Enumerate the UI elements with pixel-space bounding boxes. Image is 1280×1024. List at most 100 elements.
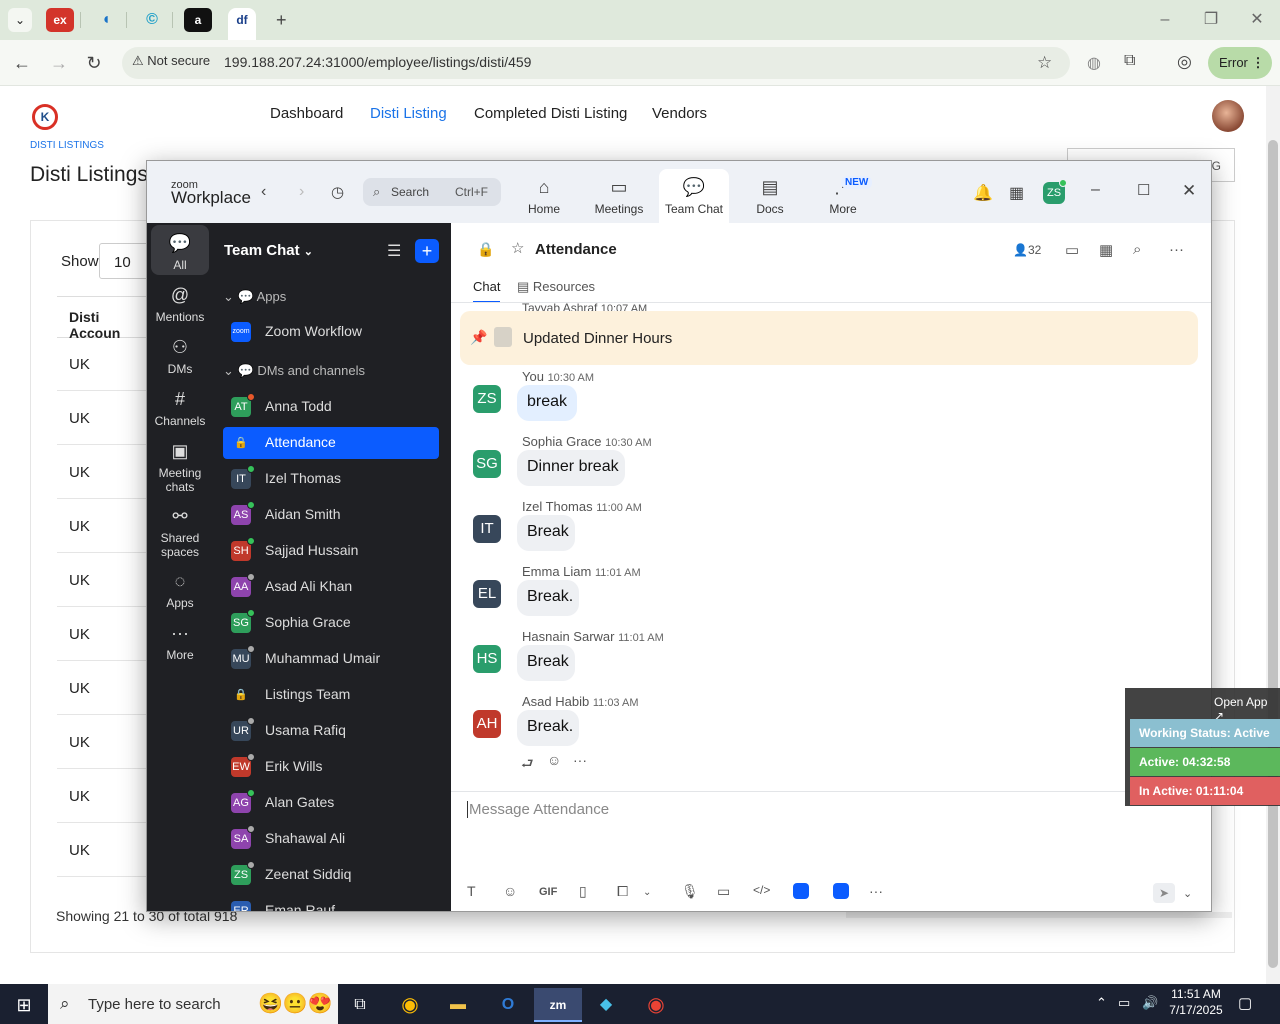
tab-favicon-ex[interactable]: ex — [46, 8, 74, 32]
sidebar-item-muhammad-umair[interactable]: MU Muhammad Umair — [223, 643, 439, 675]
send-options-icon[interactable]: ⌄ — [1183, 887, 1192, 900]
message-avatar[interactable]: ZS — [473, 385, 501, 413]
page-scrollbar-thumb[interactable] — [1268, 140, 1278, 968]
message-bubble[interactable]: Break — [517, 515, 575, 551]
bookmark-star-icon[interactable]: ☆ — [1037, 53, 1052, 73]
tab-docs[interactable]: ▤ Docs — [735, 169, 805, 223]
window-minimize-icon[interactable]: – — [1150, 8, 1180, 32]
chrome-icon[interactable]: ◉ — [390, 988, 430, 1022]
message-avatar[interactable]: HS — [473, 645, 501, 673]
gif-button[interactable]: GIF — [539, 886, 557, 898]
outlook-icon[interactable]: O — [488, 988, 528, 1022]
tab-search-chevron-icon[interactable]: ⌄ — [8, 8, 32, 32]
history-forward-icon[interactable]: › — [299, 183, 304, 201]
message-bubble[interactable]: Break — [517, 645, 575, 681]
task-view-icon[interactable]: ⧉ — [340, 988, 380, 1022]
message-avatar[interactable]: EL — [473, 580, 501, 608]
favorite-star-icon[interactable]: ☆ — [511, 239, 524, 257]
message-avatar[interactable]: SG — [473, 450, 501, 478]
message-bubble[interactable]: Dinner break — [517, 450, 625, 486]
member-count[interactable]: 👤32 — [1013, 243, 1041, 257]
rail-more[interactable]: ··· More — [151, 623, 209, 662]
sidebar-item-sophia-grace[interactable]: SG Sophia Grace — [223, 607, 439, 639]
message-bubble[interactable]: Break. — [517, 710, 579, 746]
filter-icon[interactable]: ☰ — [387, 241, 401, 261]
sidebar-item-attendance[interactable]: 🔒 Attendance — [223, 427, 439, 459]
site-logo[interactable]: K — [32, 104, 58, 130]
message-sender[interactable]: Emma Liam — [522, 564, 591, 579]
sidebar-item-shahawal-ali[interactable]: SA Shahawal Ali — [223, 823, 439, 855]
sidebar-item-zoom-workflow[interactable]: zoom Zoom Workflow — [223, 316, 439, 348]
new-tab-plus-icon[interactable]: + — [276, 10, 287, 31]
message-avatar[interactable]: IT — [473, 515, 501, 543]
sidebar-item-alan-gates[interactable]: AG Alan Gates — [223, 787, 439, 819]
message-bubble[interactable]: Break. — [517, 580, 579, 616]
nav-vendors[interactable]: Vendors — [652, 105, 707, 122]
notification-center-icon[interactable]: ▢ — [1238, 994, 1252, 1012]
zoom-taskbar-icon[interactable]: zm — [534, 988, 582, 1022]
taskbar-clock[interactable]: 11:51 AM 7/17/2025 — [1168, 987, 1224, 1017]
rail-shared-spaces[interactable]: ⚯ Shared spaces — [151, 506, 209, 559]
app-shortcut-1-icon[interactable] — [793, 883, 809, 899]
message-more-icon[interactable]: ··· — [573, 752, 587, 768]
translate-globe-icon[interactable]: ◍ — [1087, 53, 1101, 73]
nav-completed-disti-listing[interactable]: Completed Disti Listing — [474, 105, 627, 122]
tray-chevron-icon[interactable]: ⌃ — [1096, 995, 1107, 1011]
tab-resources[interactable]: ▤ Resources — [517, 279, 595, 295]
channel-calendar-icon[interactable]: ▦ — [1099, 241, 1113, 259]
reload-icon[interactable]: ↻ — [81, 50, 107, 76]
breadcrumb[interactable]: DISTI LISTINGS — [30, 140, 104, 151]
history-back-icon[interactable]: ‹ — [261, 183, 266, 201]
message-avatar[interactable]: AH — [473, 710, 501, 738]
zoom-search-box[interactable]: ⌕ Search Ctrl+F — [363, 178, 501, 206]
tab-team-chat[interactable]: 💬 Team Chat — [659, 169, 729, 223]
format-text-icon[interactable]: T — [467, 883, 476, 899]
zoom-maximize-icon[interactable]: ☐ — [1137, 181, 1150, 199]
channel-video-icon[interactable]: ▭ — [1065, 241, 1079, 259]
dms-section-header[interactable]: ⌄ 💬 DMs and channels — [223, 363, 365, 379]
notifications-bell-icon[interactable]: 🔔 — [973, 183, 993, 203]
page-size-select[interactable]: 10 — [99, 243, 153, 279]
message-sender[interactable]: Izel Thomas — [522, 499, 593, 514]
user-avatar[interactable] — [1212, 100, 1244, 132]
tab-meetings[interactable]: ▭ Meetings — [584, 169, 654, 223]
network-icon[interactable]: ▭ — [1118, 995, 1130, 1011]
tab-favicon-amazon-icon[interactable]: a — [184, 8, 212, 32]
zoom-minimize-icon[interactable]: – — [1091, 181, 1100, 199]
chrome-profile-icon[interactable]: ◉ — [636, 988, 676, 1022]
zoom-close-icon[interactable]: ✕ — [1182, 181, 1196, 201]
sidebar-item-sajjad-hussain[interactable]: SH Sajjad Hussain — [223, 535, 439, 567]
column-header-disti-account[interactable]: Disti Accoun — [57, 296, 152, 341]
sidebar-title[interactable]: Team Chat ⌄ — [224, 242, 313, 259]
sidebar-item-anna-todd[interactable]: AT Anna Todd — [223, 391, 439, 423]
url-text[interactable]: 199.188.207.24:31000/employee/listings/d… — [224, 54, 531, 70]
message-sender[interactable]: Hasnain Sarwar — [522, 629, 615, 644]
forward-arrow-icon[interactable]: → — [46, 50, 72, 76]
send-icon[interactable]: ➤ — [1153, 883, 1175, 903]
compose-plus-button[interactable]: + — [415, 239, 439, 263]
sidebar-item-listings-team[interactable]: 🔒 Listings Team — [223, 679, 439, 711]
sidebar-item-erik-wills[interactable]: EW Erik Wills — [223, 751, 439, 783]
tab-chat[interactable]: Chat — [473, 279, 501, 303]
reply-icon[interactable]: ⮐ — [521, 753, 534, 777]
composer-more-icon[interactable]: ··· — [869, 883, 883, 899]
app-shortcut-2-icon[interactable] — [833, 883, 849, 899]
screenshot-icon[interactable]: ⧠ — [617, 883, 628, 900]
tab-favicon-df-active[interactable]: df — [228, 8, 256, 40]
nav-dashboard[interactable]: Dashboard — [270, 105, 343, 122]
microphone-icon[interactable]: 🎙 — [681, 883, 699, 900]
sidebar-item-izel-thomas[interactable]: IT Izel Thomas — [223, 463, 439, 495]
taskbar-search-box[interactable]: ⌕ Type here to search 😆😐😍 — [48, 984, 338, 1024]
file-explorer-icon[interactable]: ▬ — [438, 988, 478, 1022]
emoji-icon[interactable]: ☺ — [503, 883, 517, 899]
channel-title[interactable]: Attendance — [535, 241, 617, 258]
history-clock-icon[interactable]: ◷ — [331, 183, 344, 201]
code-snippet-icon[interactable]: </> — [753, 883, 770, 897]
channel-more-icon[interactable]: ··· — [1169, 241, 1184, 258]
screenshot-dropdown-icon[interactable]: ⌄ — [643, 887, 651, 898]
back-arrow-icon[interactable]: ← — [9, 50, 35, 76]
message-sender[interactable]: Asad Habib — [522, 694, 589, 709]
profile-error-button[interactable]: Error ⋮ — [1208, 47, 1272, 79]
sidebar-item-aidan-smith[interactable]: AS Aidan Smith — [223, 499, 439, 531]
calendar-icon[interactable]: ▦ — [1009, 183, 1024, 203]
